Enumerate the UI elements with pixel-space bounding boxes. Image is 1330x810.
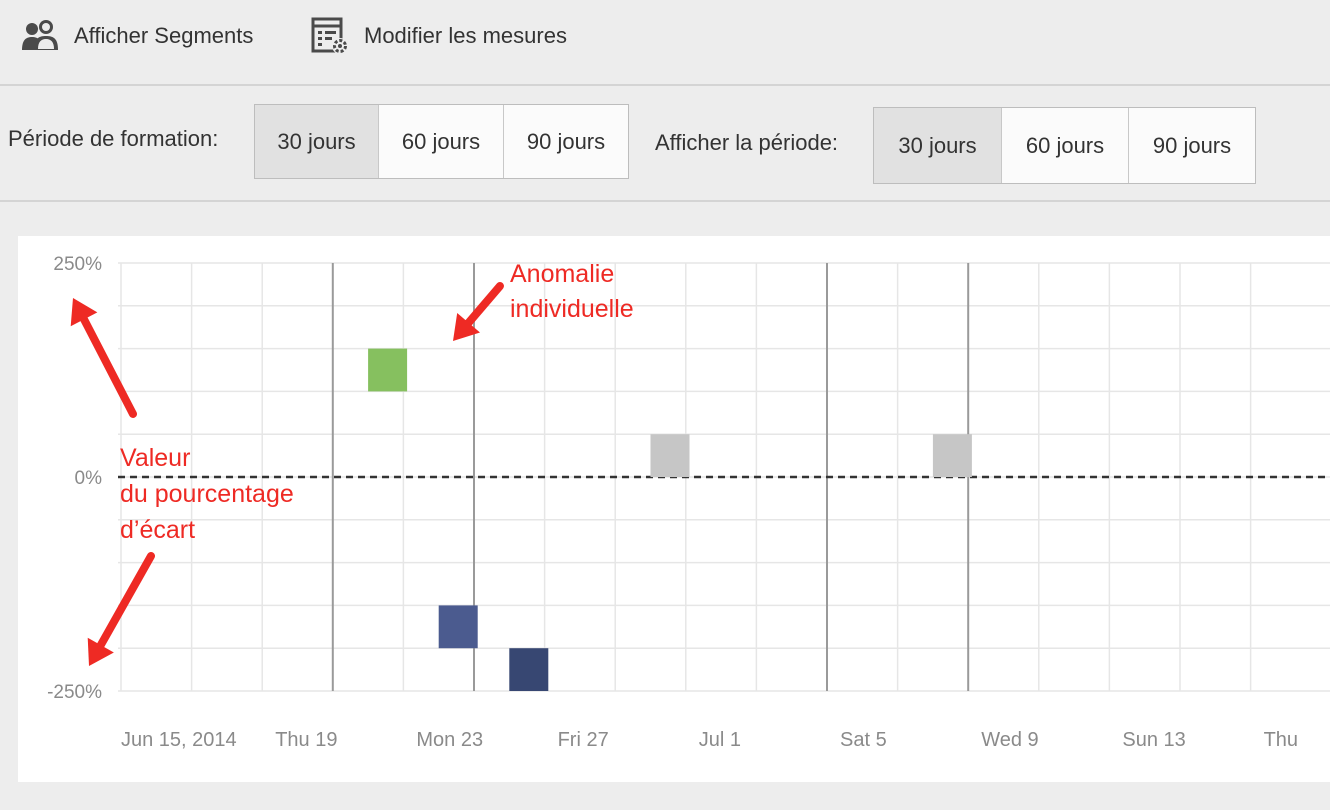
x-tick-label: Sat 5 [840,729,887,751]
anomaly-annotation-text: Anomalie [510,260,614,288]
display-period-90[interactable]: 90 jours [1128,108,1255,183]
anomaly-cell [509,648,549,691]
anomaly-pointer-arrow [453,282,504,341]
x-tick-label: Thu [1264,729,1298,751]
anomaly-chart: 250% 0% -250% Jun 15, 2014 Thu 19 Mon 23 Fri 2… [47,254,1330,751]
x-tick-label: Fri 27 [558,729,609,751]
anomaly-cell [650,434,690,477]
metrics-settings-icon [310,16,350,56]
anomaly-annotation-text: individuelle [510,295,634,323]
x-tick-label: Mon 23 [416,729,483,751]
display-period-label: Afficher la période: [655,130,839,155]
training-period-60[interactable]: 60 jours [378,105,503,178]
edit-metrics-button[interactable]: Modifier les mesures [310,14,567,58]
toolbar: Afficher Segments Modifier les mesures [0,0,1330,85]
training-period-30[interactable]: 30 jours [255,105,378,178]
training-period-90[interactable]: 90 jours [503,105,628,178]
segments-people-icon [20,16,60,56]
x-tick-label: Jul 1 [699,729,741,751]
anomaly-cell [368,348,408,392]
deviation-annotation-text: Valeur [120,444,190,472]
y-tick-label: 250% [53,254,102,275]
y-tick-label: -250% [47,682,102,703]
anomaly-chart-card: 250% 0% -250% Jun 15, 2014 Thu 19 Mon 23 Fri 2… [18,236,1330,782]
x-tick-label: Sun 13 [1122,729,1185,751]
x-tick-label: Jun 15, 2014 [121,729,237,751]
x-tick-label: Thu 19 [275,729,337,751]
edit-metrics-label: Modifier les mesures [364,23,567,48]
deviation-annotation-text: d’écart [120,516,195,544]
deviation-annotation-text: du pourcentage [120,480,294,508]
controls-divider [0,200,1330,202]
toolbar-divider [0,84,1330,86]
display-period-30[interactable]: 30 jours [874,108,1001,183]
y-tick-label: 0% [75,468,103,489]
show-segments-button[interactable]: Afficher Segments [20,14,253,58]
x-tick-label: Wed 9 [981,729,1038,751]
display-period-selector: 30 jours 60 jours 90 jours [873,107,1256,184]
anomaly-cell [438,605,478,649]
training-period-label: Période de formation: [8,126,219,151]
anomaly-cell [932,434,972,477]
lower-range-arrow [87,552,155,666]
training-period-selector: 30 jours 60 jours 90 jours [254,104,629,179]
display-period-60[interactable]: 60 jours [1001,108,1128,183]
show-segments-label: Afficher Segments [74,23,254,48]
upper-range-arrow [70,298,137,418]
